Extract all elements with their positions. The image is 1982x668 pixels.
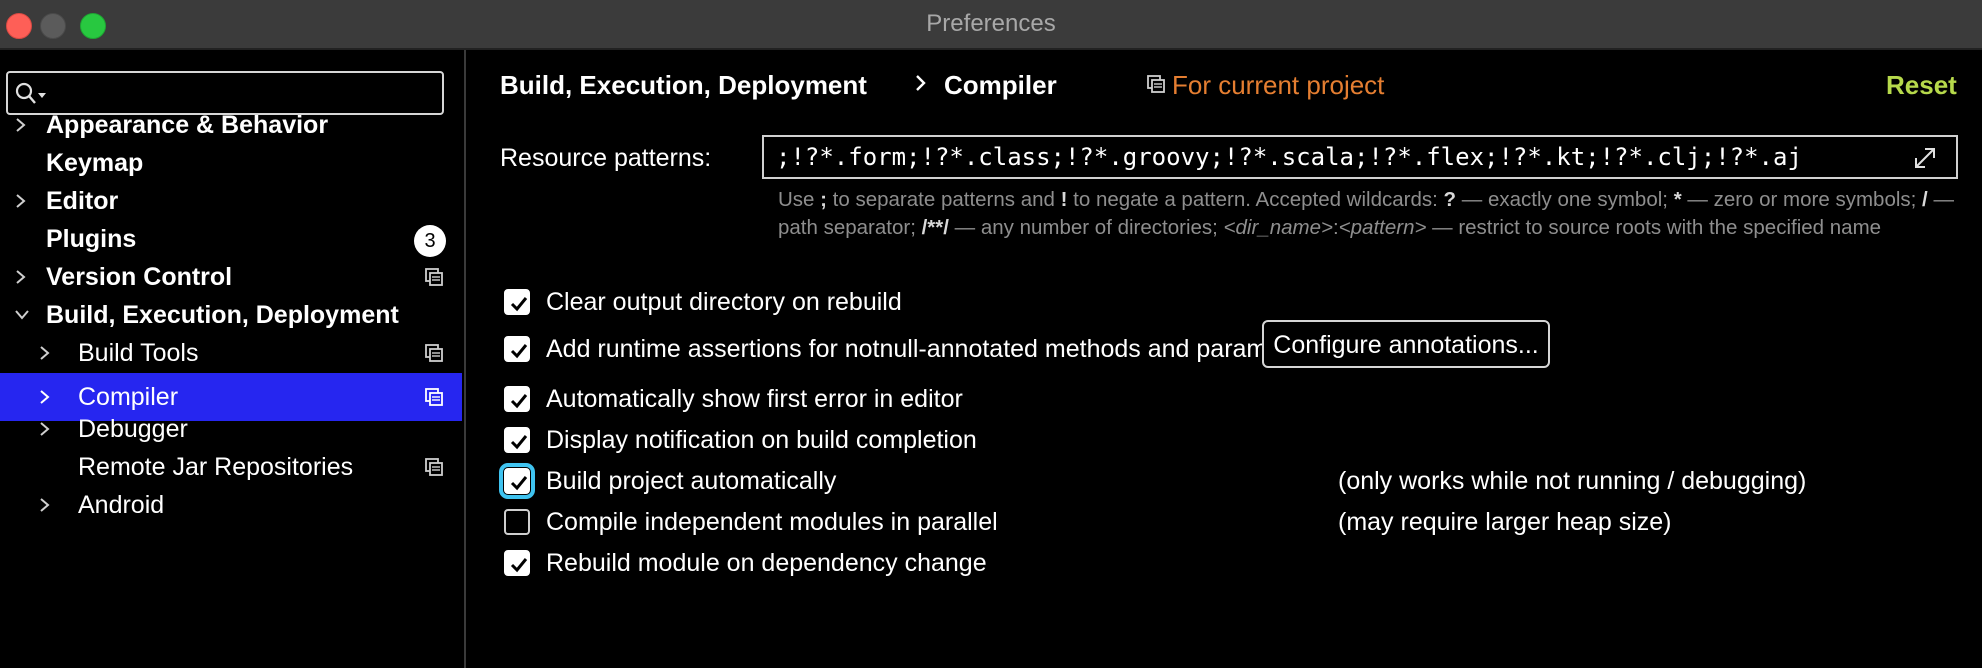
option-note: (may require larger heap size) bbox=[1338, 508, 1672, 536]
sidebar-item-label: Keymap bbox=[46, 149, 144, 177]
resource-patterns-hint: Use ; to separate patterns and ! to nega… bbox=[778, 186, 1958, 242]
hint-text: to negate a pattern. Accepted wildcards: bbox=[1067, 188, 1444, 211]
project-scope-icon bbox=[425, 268, 443, 286]
reset-link[interactable]: Reset bbox=[1886, 70, 1957, 101]
sidebar-item-label: Plugins bbox=[46, 225, 137, 253]
checkbox[interactable] bbox=[504, 550, 530, 576]
project-scope-icon bbox=[425, 388, 443, 406]
checkmark-icon bbox=[510, 476, 528, 491]
hint-key: * bbox=[1673, 188, 1682, 211]
project-scope-icon bbox=[425, 458, 443, 476]
project-scope-icon bbox=[425, 344, 443, 362]
hint-key: /**/ bbox=[921, 216, 949, 239]
sidebar-item-label: Appearance & Behavior bbox=[46, 111, 329, 139]
settings-sidebar: Appearance & Behavior Keymap Editor Plug… bbox=[0, 50, 466, 668]
compiler-settings-panel: Build, Execution, Deployment Compiler Fo… bbox=[466, 50, 1982, 668]
sidebar-item-label: Editor bbox=[46, 187, 119, 215]
chevron-right-icon[interactable] bbox=[38, 389, 52, 405]
option-label[interactable]: Clear output directory on rebuild bbox=[546, 288, 902, 317]
chevron-down-icon[interactable] bbox=[14, 308, 30, 322]
checkmark-icon bbox=[510, 558, 528, 573]
sidebar-item-android[interactable]: Android bbox=[0, 481, 462, 529]
sidebar-item-label: Debugger bbox=[78, 415, 188, 443]
scope-label: For current project bbox=[1172, 70, 1385, 100]
chevron-right-icon[interactable] bbox=[38, 345, 52, 361]
checkmark-icon bbox=[510, 344, 528, 359]
sidebar-item-label: Version Control bbox=[46, 263, 233, 291]
sidebar-item-label: Remote Jar Repositories bbox=[78, 453, 354, 481]
hint-text: Use bbox=[778, 188, 821, 211]
chevron-right-icon[interactable] bbox=[38, 497, 52, 513]
option-label[interactable]: Automatically show first error in editor bbox=[546, 385, 963, 414]
hint-text: to separate patterns and bbox=[826, 188, 1061, 211]
hint-text: — restrict to source roots with the spec… bbox=[1426, 216, 1882, 239]
option-label[interactable]: Add runtime assertions for notnull-annot… bbox=[546, 335, 1323, 364]
chevron-right-icon[interactable] bbox=[14, 193, 28, 209]
option-label[interactable]: Build project automatically bbox=[546, 467, 836, 496]
sidebar-item-build-tools[interactable]: Build Tools bbox=[0, 329, 462, 377]
expand-icon[interactable] bbox=[1912, 145, 1938, 171]
option-label[interactable]: Display notification on build completion bbox=[546, 426, 977, 455]
option-clear-output-directory[interactable]: Clear output directory on rebuild bbox=[466, 280, 1982, 324]
configure-annotations-button[interactable]: Configure annotations... bbox=[1262, 320, 1550, 368]
checkbox[interactable] bbox=[504, 509, 530, 535]
option-build-project-automatically[interactable]: Build project automatically (only works … bbox=[466, 459, 1982, 503]
resource-patterns-label: Resource patterns: bbox=[500, 144, 712, 172]
checkmark-icon bbox=[510, 297, 528, 312]
chevron-right-icon[interactable] bbox=[14, 269, 28, 285]
checkmark-icon bbox=[510, 435, 528, 450]
option-build-notification[interactable]: Display notification on build completion bbox=[466, 418, 1982, 462]
window-title: Preferences bbox=[926, 10, 1056, 37]
option-compile-in-parallel[interactable]: Compile independent modules in parallel … bbox=[466, 500, 1982, 544]
hint-text: — exactly one symbol; bbox=[1456, 188, 1674, 211]
hint-key: ? bbox=[1443, 188, 1457, 211]
breadcrumb-current: Compiler bbox=[944, 70, 1057, 100]
chevron-right-icon[interactable] bbox=[14, 117, 28, 133]
checkbox[interactable] bbox=[499, 463, 535, 499]
resource-patterns-field[interactable]: ;!?*.form;!?*.class;!?*.groovy;!?*.scala… bbox=[762, 135, 1958, 179]
option-rebuild-on-dependency-change[interactable]: Rebuild module on dependency change bbox=[466, 541, 1982, 585]
project-scope-icon bbox=[1147, 75, 1165, 93]
option-runtime-assertions[interactable]: Add runtime assertions for notnull-annot… bbox=[466, 320, 1982, 371]
sidebar-item-label: Build Tools bbox=[78, 339, 199, 367]
option-show-first-error[interactable]: Automatically show first error in editor bbox=[466, 377, 1982, 421]
checkbox[interactable] bbox=[504, 427, 530, 453]
hint-placeholder: <dir_name> bbox=[1223, 216, 1333, 239]
title-bar: Preferences bbox=[0, 0, 1982, 50]
chevron-right-icon[interactable] bbox=[38, 421, 52, 437]
sidebar-item-label: Build, Execution, Deployment bbox=[46, 301, 399, 329]
breadcrumb-separator-icon bbox=[916, 75, 926, 91]
hint-placeholder: <pattern> bbox=[1338, 216, 1427, 239]
checkbox[interactable] bbox=[504, 289, 530, 315]
hint-text: — zero or more symbols; bbox=[1681, 188, 1923, 211]
checkmark-icon bbox=[510, 394, 528, 409]
option-label[interactable]: Rebuild module on dependency change bbox=[546, 549, 987, 578]
breadcrumb-parent[interactable]: Build, Execution, Deployment bbox=[500, 70, 867, 101]
hint-text: — any number of directories; bbox=[948, 216, 1224, 239]
checkbox[interactable] bbox=[504, 386, 530, 412]
hint-key: ; bbox=[820, 188, 827, 211]
option-label[interactable]: Compile independent modules in parallel bbox=[546, 508, 998, 537]
option-note: (only works while not running / debuggin… bbox=[1338, 467, 1807, 495]
checkbox[interactable] bbox=[504, 336, 530, 362]
resource-patterns-input[interactable]: ;!?*.form;!?*.class;!?*.groovy;!?*.scala… bbox=[776, 143, 1896, 171]
sidebar-item-label: Android bbox=[78, 491, 165, 519]
